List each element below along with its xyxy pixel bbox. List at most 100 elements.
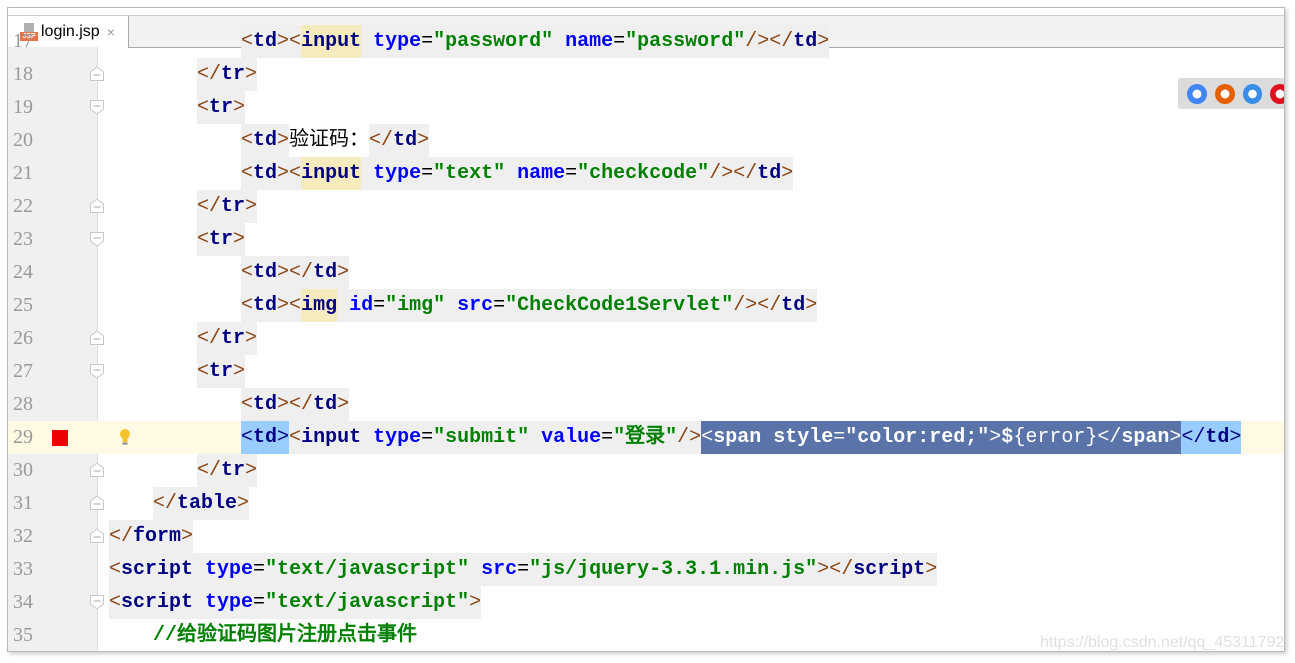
code-token: </ [289,256,314,289]
code-token: > [277,421,290,454]
code-line[interactable]: 31 </table> [8,487,1284,520]
code-line[interactable]: 20 <td>验证码：</td> [8,124,1284,157]
line-number[interactable]: 22 [13,190,43,223]
code-token: {error} [1013,421,1098,454]
code-text: <td><input type="password" name="passwor… [241,25,830,58]
code-token: td [393,124,418,157]
code-token: < [241,25,254,58]
line-number[interactable]: 34 [13,586,43,619]
code-token: < [289,289,302,322]
fold-end-icon[interactable] [89,495,105,511]
code-token: /> [709,157,734,190]
code-token: > [277,124,290,157]
code-token: td [253,157,278,190]
line-number[interactable]: 26 [13,322,43,355]
line-number[interactable]: 33 [13,553,43,586]
fold-collapse-icon[interactable] [89,363,105,379]
code-line[interactable]: 24 <td></td> [8,256,1284,289]
fold-end-icon[interactable] [89,330,105,346]
opera-icon[interactable] [1270,83,1284,104]
line-number[interactable]: 31 [13,487,43,520]
firefox-icon[interactable] [1214,83,1235,104]
fold-end-icon[interactable] [89,66,105,82]
fold-end-icon[interactable] [89,462,105,478]
code-text: </form> [109,520,194,553]
code-line[interactable]: 25 <td><img id="img" src="CheckCode1Servl… [8,289,1284,322]
code-token: > [277,25,290,58]
line-number[interactable]: 30 [13,454,43,487]
code-token: type [193,586,254,619]
code-token: script [121,586,194,619]
line-number[interactable]: 23 [13,223,43,256]
fold-collapse-icon[interactable] [89,99,105,115]
code-token: > [233,355,246,388]
line-number[interactable]: 32 [13,520,43,553]
code-token: < [241,289,254,322]
code-line[interactable]: 22 </tr> [8,190,1284,223]
watermark: https://blog.csdn.net/qq_45311792 [1040,634,1285,651]
code-token: > [781,157,794,190]
line-number[interactable]: 27 [13,355,43,388]
code-token: td [253,256,278,289]
code-token: src [469,553,518,586]
code-token: > [469,586,482,619]
code-token: > [245,322,258,355]
code-token: > [817,25,830,58]
lightbulb-icon[interactable] [118,427,132,447]
breakpoint-icon[interactable] [52,430,68,446]
fold-collapse-icon[interactable] [89,231,105,247]
code-text: <td><img id="img" src="CheckCode1Servlet… [241,289,818,322]
code-token: = [253,586,266,619]
code-line[interactable]: 19 <tr> [8,91,1284,124]
code-token: > [805,289,818,322]
code-token: </ [733,157,758,190]
code-token: = [253,553,266,586]
code-line[interactable]: 17 <td><input type="password" name="passw… [8,25,1284,58]
code-token: tr [209,355,234,388]
code-line[interactable]: 23 <tr> [8,223,1284,256]
line-number[interactable]: 18 [13,58,43,91]
code-token: > [1229,421,1242,454]
code-token: td [253,421,278,454]
code-line[interactable]: 32 </form> [8,520,1284,553]
code-token: type [361,25,422,58]
code-text: <script type="text/javascript"> [109,586,482,619]
code-token: style [761,421,834,454]
line-number[interactable]: 21 [13,157,43,190]
code-token: "img" [385,289,446,322]
code-token: type [193,553,254,586]
code-line[interactable]: 30 </tr> [8,454,1284,487]
line-number[interactable]: 19 [13,91,43,124]
fold-end-icon[interactable] [89,528,105,544]
line-number[interactable]: 17 [13,25,43,58]
fold-end-icon[interactable] [89,198,105,214]
safari-icon[interactable] [1242,83,1263,104]
line-number[interactable]: 24 [13,256,43,289]
code-line[interactable]: 26 </tr> [8,322,1284,355]
code-token: "js/jquery-3.3.1.min.js" [529,553,818,586]
code-token: td [253,25,278,58]
fold-collapse-icon[interactable] [89,594,105,610]
line-number[interactable]: 28 [13,388,43,421]
code-line[interactable]: 27 <tr> [8,355,1284,388]
code-token: input [301,25,362,58]
line-number[interactable]: 20 [13,124,43,157]
code-token: id [337,289,374,322]
line-number[interactable]: 29 [13,421,43,454]
code-line[interactable]: 18 </tr> [8,58,1284,91]
code-text: </tr> [197,454,258,487]
code-line[interactable]: 28 <td></td> [8,388,1284,421]
code-token: > [237,487,250,520]
code-text: <tr> [197,355,246,388]
code-editor[interactable]: 17 <td><input type="password" name="passw… [8,25,1284,651]
code-token: "checkcode" [577,157,710,190]
line-number[interactable]: 35 [13,619,43,651]
code-token: 验证码： [289,129,370,152]
code-line[interactable]: 33 <script type="text/javascript" src="js… [8,553,1284,586]
line-number[interactable]: 25 [13,289,43,322]
code-line[interactable]: 29 <td><input type="submit" value="登录"/><… [8,421,1284,454]
code-line[interactable]: 21 <td><input type="text" name="checkcode… [8,157,1284,190]
code-line[interactable]: 34 <script type="text/javascript"> [8,586,1284,619]
chrome-icon[interactable] [1187,83,1207,104]
code-text: //给验证码图片注册点击事件 [153,619,417,651]
